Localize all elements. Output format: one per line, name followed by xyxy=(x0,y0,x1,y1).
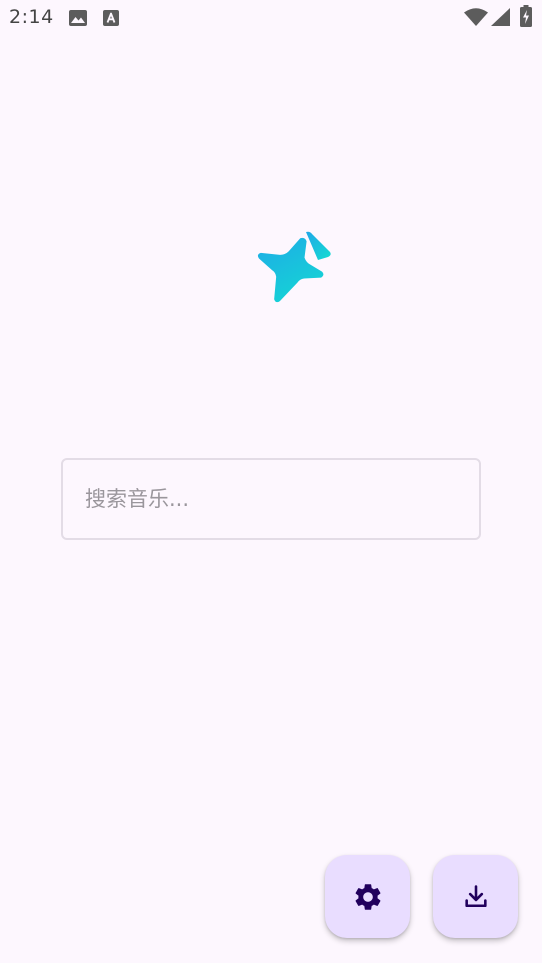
download-button[interactable] xyxy=(433,855,518,938)
wifi-icon xyxy=(464,8,488,26)
signal-icon xyxy=(491,8,510,26)
status-time: 2:14 xyxy=(9,6,54,28)
download-icon xyxy=(464,884,487,907)
gear-icon xyxy=(355,883,380,910)
status-bar: 2:14 xyxy=(0,0,542,36)
settings-button[interactable] xyxy=(325,855,410,938)
battery-charging-icon xyxy=(520,5,532,27)
search-input[interactable] xyxy=(85,460,465,538)
app-logo-icon xyxy=(257,231,331,303)
search-box[interactable] xyxy=(61,458,481,540)
font-a-icon xyxy=(103,10,119,26)
image-icon xyxy=(69,10,87,26)
